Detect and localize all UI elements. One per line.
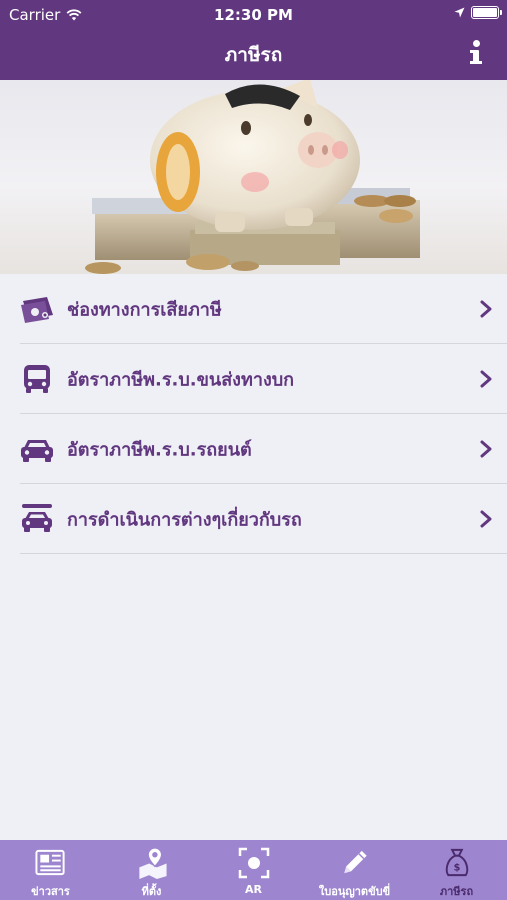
chevron-right-icon xyxy=(480,370,492,388)
menu-item-car-tax-rate[interactable]: อัตราภาษีพ.ร.บ.รถยนต์ xyxy=(0,414,507,484)
menu-item-tax-payment-channels[interactable]: ช่องทางการเสียภาษี xyxy=(0,274,507,344)
tab-label: ข่าวสาร xyxy=(31,885,70,898)
status-right xyxy=(454,6,502,19)
battery-icon xyxy=(471,6,502,19)
newspaper-icon xyxy=(34,849,65,876)
car-service-icon xyxy=(22,504,52,532)
hero-image xyxy=(0,80,507,274)
status-time: 12:30 PM xyxy=(214,6,293,24)
money-bill-icon xyxy=(21,297,53,323)
tab-vehicle-tax[interactable]: $ ภาษีรถ xyxy=(406,840,507,900)
menu-list: ช่องทางการเสียภาษี อัตราภาษีพ.ร.บ.ขนส่งท… xyxy=(0,274,507,554)
tab-ar[interactable]: AR xyxy=(203,840,304,900)
tab-label: ที่ตั้ง xyxy=(141,885,162,898)
menu-item-label: อัตราภาษีพ.ร.บ.ขนส่งทางบก xyxy=(67,369,295,391)
map-pin-icon xyxy=(138,847,167,879)
status-bar: Carrier 12:30 PM xyxy=(0,0,507,30)
tab-label: AR xyxy=(245,883,262,896)
chevron-right-icon xyxy=(480,510,492,528)
menu-item-label: อัตราภาษีพ.ร.บ.รถยนต์ xyxy=(67,439,252,461)
chevron-right-icon xyxy=(480,300,492,318)
tab-bar: ข่าวสาร ที่ตั้ง AR ใบอนุญาตขับขี่ $ ภาษี… xyxy=(0,840,507,900)
ar-scan-icon xyxy=(238,847,269,879)
page-title: ภาษีรถ xyxy=(224,44,283,66)
tab-news[interactable]: ข่าวสาร xyxy=(0,840,101,900)
tab-label: ภาษีรถ xyxy=(439,885,474,898)
top-bar: Carrier 12:30 PM ภาษีรถ xyxy=(0,0,507,80)
menu-item-label: ช่องทางการเสียภาษี xyxy=(67,299,222,321)
location-arrow-icon xyxy=(454,7,465,18)
svg-text:$: $ xyxy=(453,862,460,873)
money-bag-icon: $ xyxy=(445,848,468,877)
chevron-right-icon xyxy=(480,440,492,458)
car-icon xyxy=(21,440,53,462)
tab-location[interactable]: ที่ตั้ง xyxy=(101,840,202,900)
menu-item-label: การดำเนินการต่างๆเกี่ยวกับรถ xyxy=(67,509,302,531)
tab-label: ใบอนุญาตขับขี่ xyxy=(318,885,391,898)
tab-driving-license[interactable]: ใบอนุญาตขับขี่ xyxy=(304,840,405,900)
bus-icon xyxy=(24,365,50,393)
pencil-icon xyxy=(343,850,367,874)
menu-item-vehicle-procedures[interactable]: การดำเนินการต่างๆเกี่ยวกับรถ xyxy=(0,484,507,554)
info-icon[interactable] xyxy=(467,40,485,64)
menu-item-land-transport-tax-rate[interactable]: อัตราภาษีพ.ร.บ.ขนส่งทางบก xyxy=(0,344,507,414)
piggy-bank-illustration xyxy=(85,80,420,274)
